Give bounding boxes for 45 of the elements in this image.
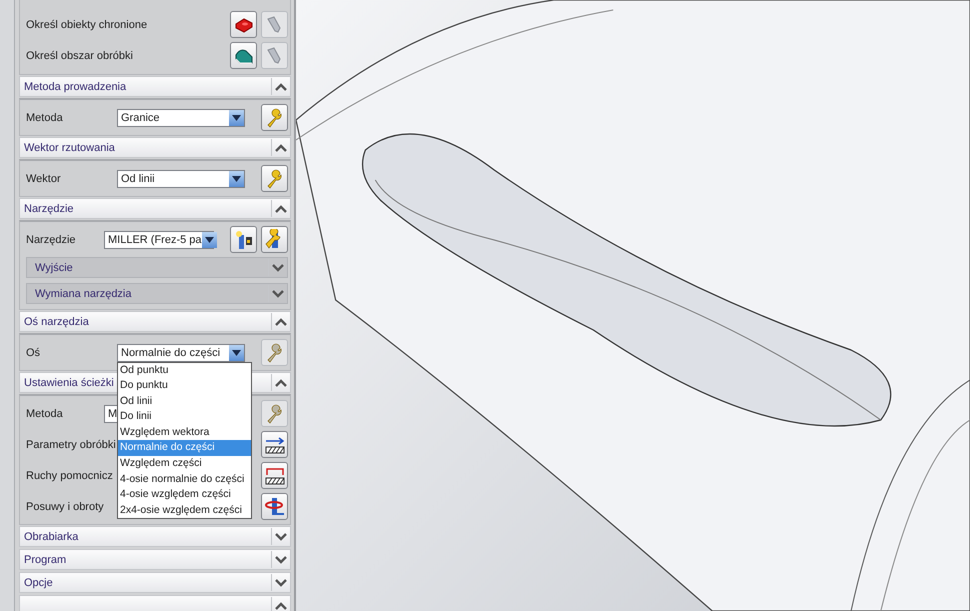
icon-button[interactable] (230, 11, 257, 38)
dropdown-option[interactable]: Względem części (118, 456, 251, 472)
icon-button[interactable] (230, 42, 257, 69)
field-label: Parametry obróbki (26, 438, 116, 450)
hatched-block-arrow-icon (264, 434, 286, 454)
subsection-header[interactable]: Wyjście (26, 257, 288, 278)
dropdown-field[interactable]: Od linii (117, 170, 245, 188)
field-label: Wektor (26, 172, 62, 184)
field-label: Ruchy pomocnicz (26, 470, 113, 482)
icon-button[interactable] (261, 462, 288, 489)
section-header[interactable]: Narzędzie (19, 198, 291, 219)
field-label: Oś (26, 346, 42, 358)
icon-button[interactable] (261, 226, 288, 253)
field-label: Posuwy i obroty (26, 500, 104, 512)
flashlight-icon (266, 16, 284, 34)
field-label: Metoda (26, 408, 64, 420)
subsection-header[interactable]: Wymiana narzędzia (26, 283, 288, 304)
section-header[interactable]: Metoda prowadzenia (19, 76, 291, 97)
dropdown-option[interactable]: 4-osie względem części (118, 487, 251, 503)
icon-button[interactable] (261, 431, 288, 458)
dropdown-field[interactable]: MILLER (Frez-5 pa (104, 230, 214, 248)
field-label: Metoda (26, 112, 64, 124)
section-header[interactable]: Oś narzędzia (19, 311, 291, 332)
spindle-rotation-icon (264, 496, 286, 518)
dropdown-option[interactable]: Od linii (118, 394, 251, 410)
icon-button[interactable] (261, 493, 288, 520)
dropdown-option[interactable]: Do punktu (118, 378, 251, 394)
section-header[interactable]: Opcje (19, 572, 291, 593)
field-label: Określ obszar obróbki (26, 50, 133, 62)
section-header[interactable]: Obrabiarka (19, 526, 291, 547)
dropdown-option[interactable]: Względem wektora (118, 424, 251, 440)
dropdown-option[interactable]: 2x4-osie względem części (118, 502, 251, 518)
section-header[interactable]: Program (19, 549, 291, 570)
icon-button[interactable] (230, 226, 257, 253)
section-header[interactable]: Wektor rzutowania (19, 137, 291, 158)
flashlight-icon (266, 46, 284, 64)
hatched-block-bracket-icon (264, 466, 286, 486)
dropdown-option[interactable]: 4-osie normalnie do części (118, 472, 251, 488)
dropdown-field[interactable]: Normalnie do części (117, 344, 245, 362)
field-label: Określ obiekty chronione (26, 18, 148, 30)
dropdown-field[interactable]: Granice (117, 108, 245, 126)
dropdown-option[interactable]: Do linii (118, 409, 251, 425)
field-label: Narzędzie (26, 234, 77, 246)
surface-icon (234, 46, 254, 64)
block-icon (234, 16, 254, 32)
